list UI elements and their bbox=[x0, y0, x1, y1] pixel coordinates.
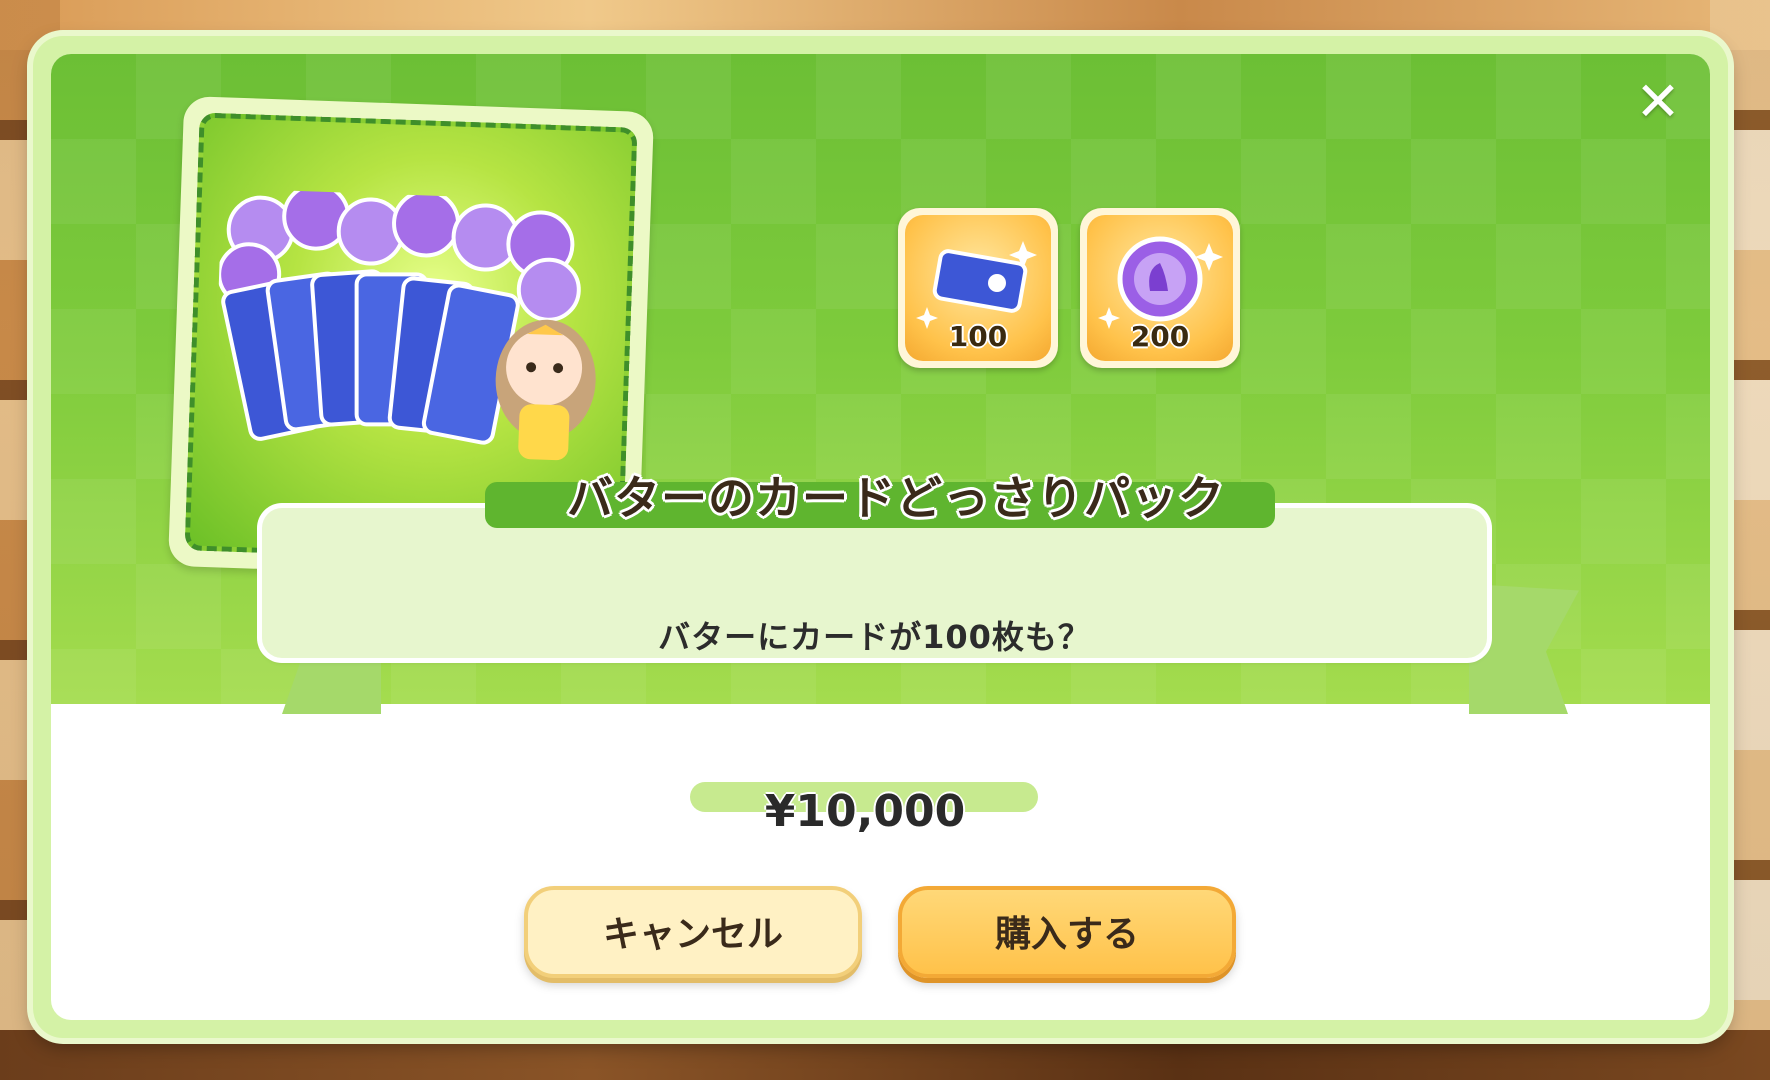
pack-title: バターのカードどっさりパック bbox=[567, 471, 1225, 525]
price-label: ¥10,000 bbox=[764, 786, 966, 837]
reward-card-ticket: 100 bbox=[898, 208, 1058, 368]
reward-card-ticket-frame: 100 bbox=[905, 215, 1051, 361]
reward-purple-medal-count: 200 bbox=[1130, 320, 1190, 353]
reward-card-ticket-count: 100 bbox=[948, 320, 1008, 353]
pack-illustration bbox=[217, 188, 596, 461]
buy-button[interactable]: 購入する bbox=[898, 886, 1236, 978]
reward-purple-medal-frame: 200 bbox=[1087, 215, 1233, 361]
cancel-button[interactable]: キャンセル bbox=[524, 886, 862, 978]
ticket-stack bbox=[221, 269, 520, 445]
reward-purple-medal: 200 bbox=[1080, 208, 1240, 368]
close-icon[interactable]: ✕ bbox=[1630, 74, 1686, 130]
pack-description: バターにカードが100枚も？ bbox=[658, 618, 1091, 656]
